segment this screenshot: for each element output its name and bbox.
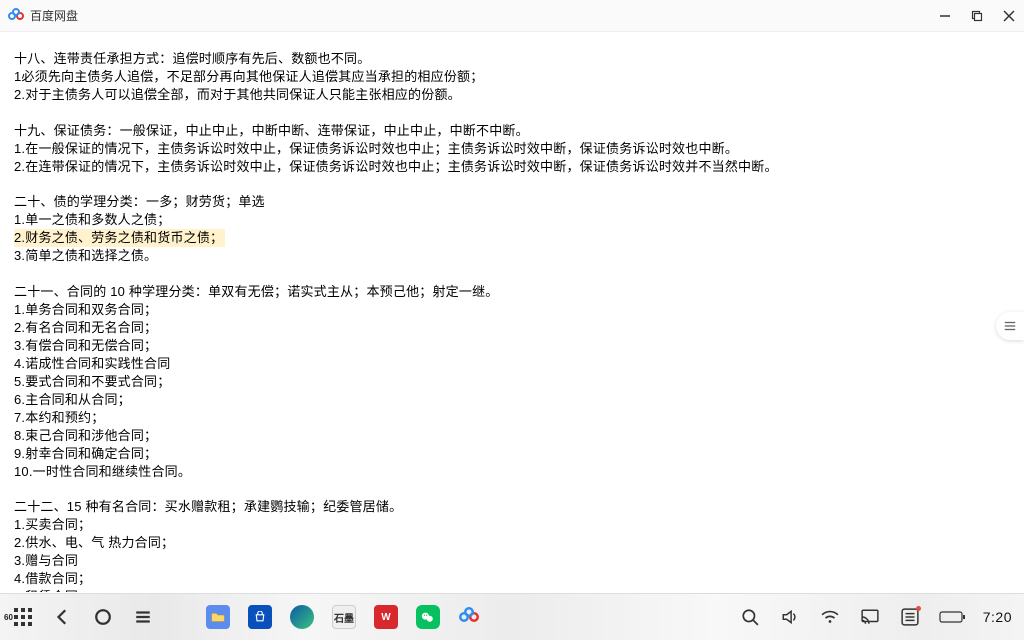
- doc-line: 2.对于主债务人可以追偿全部，而对于其他共同保证人只能主张相应的份额。: [14, 87, 461, 102]
- wifi-icon[interactable]: [819, 606, 841, 628]
- taskbar-app-wps[interactable]: W: [374, 605, 398, 629]
- doc-line: 8.束己合同和涉他合同；: [14, 428, 157, 443]
- taskbar-app-baidupan[interactable]: [458, 606, 480, 628]
- doc-line: 1.单务合同和双务合同；: [14, 302, 157, 317]
- control-center-icon[interactable]: [899, 606, 921, 628]
- doc-line: 二十、债的学理分类：一多；财劳货；单选: [14, 194, 265, 209]
- doc-line: 7.本约和预约；: [14, 410, 104, 425]
- document-content: 十八、连带责任承担方式：追偿时顺序有先后、数额也不同。 1必须先向主债务人追偿，不…: [0, 32, 1024, 592]
- taskbar-app-files[interactable]: [206, 605, 230, 629]
- doc-line: 5.租赁合同；: [14, 589, 91, 592]
- volume-icon[interactable]: [779, 606, 801, 628]
- doc-line: 1.买卖合同；: [14, 517, 91, 532]
- doc-line: 4.诺成性合同和实践性合同: [14, 356, 170, 371]
- doc-line: 10.一时性合同和继续性合同。: [14, 464, 191, 479]
- doc-line: 5.要式合同和不要式合同；: [14, 374, 170, 389]
- nav-recent-icon[interactable]: [132, 606, 154, 628]
- doc-line: 9.射幸合同和确定合同；: [14, 446, 157, 461]
- taskbar: 石墨 W 60 7:20: [0, 593, 1024, 640]
- doc-line: 6.主合同和从合同；: [14, 392, 131, 407]
- cast-icon[interactable]: [859, 606, 881, 628]
- doc-line: 1必须先向主债务人追偿，不足部分再向其他保证人追偿其应当承担的相应份额；: [14, 69, 483, 84]
- start-grid-icon[interactable]: [12, 606, 34, 628]
- search-icon[interactable]: [739, 606, 761, 628]
- doc-line: 2.财务之债、劳务之债和货币之债；: [14, 229, 225, 247]
- taskbar-app-edge[interactable]: [290, 605, 314, 629]
- maximize-button[interactable]: [970, 9, 984, 23]
- side-panel-toggle[interactable]: [996, 312, 1024, 340]
- doc-line: 1.在一般保证的情况下，主债务诉讼时效中止，保证债务诉讼时效也中止；主债务诉讼时…: [14, 141, 738, 156]
- doc-line: 十九、保证债务：一般保证，中止中止，中断中断、连带保证，中止中止，中断不中断。: [14, 123, 529, 138]
- baidu-pan-icon: [8, 8, 24, 24]
- doc-line: 2.供水、电、气 热力合同；: [14, 535, 174, 550]
- doc-line: 3.简单之债和选择之债。: [14, 248, 157, 263]
- nav-back-icon[interactable]: [52, 606, 74, 628]
- taskbar-app-store[interactable]: [248, 605, 272, 629]
- window-title: 百度网盘: [30, 7, 78, 24]
- nav-home-icon[interactable]: [92, 606, 114, 628]
- doc-line: 4.借款合同；: [14, 571, 91, 586]
- clock[interactable]: 7:20: [983, 609, 1012, 625]
- doc-line: 2.在连带保证的情况下，主债务诉讼时效中止，保证债务诉讼时效也中止；主债务诉讼时…: [14, 159, 778, 174]
- battery-indicator[interactable]: 60: [939, 610, 965, 624]
- doc-line: 二十二、15 种有名合同：买水赠款租；承建鹦技输；纪委管居储。: [14, 499, 402, 514]
- doc-line: 2.有名合同和无名合同；: [14, 320, 157, 335]
- doc-line: 3.有偿合同和无偿合同；: [14, 338, 157, 353]
- doc-line: 3.赠与合同: [14, 553, 78, 568]
- doc-line: 二十一、合同的 10 种学理分类：单双有无偿；诺实式主从；本预己他；射定一继。: [14, 284, 498, 299]
- taskbar-app-shimo[interactable]: 石墨: [332, 605, 356, 629]
- title-bar: 百度网盘: [0, 0, 1024, 32]
- doc-line: 1.单一之债和多数人之债；: [14, 212, 170, 227]
- close-button[interactable]: [1002, 9, 1016, 23]
- taskbar-app-wechat[interactable]: [416, 605, 440, 629]
- doc-line: 十八、连带责任承担方式：追偿时顺序有先后、数额也不同。: [14, 51, 370, 66]
- minimize-button[interactable]: [938, 9, 952, 23]
